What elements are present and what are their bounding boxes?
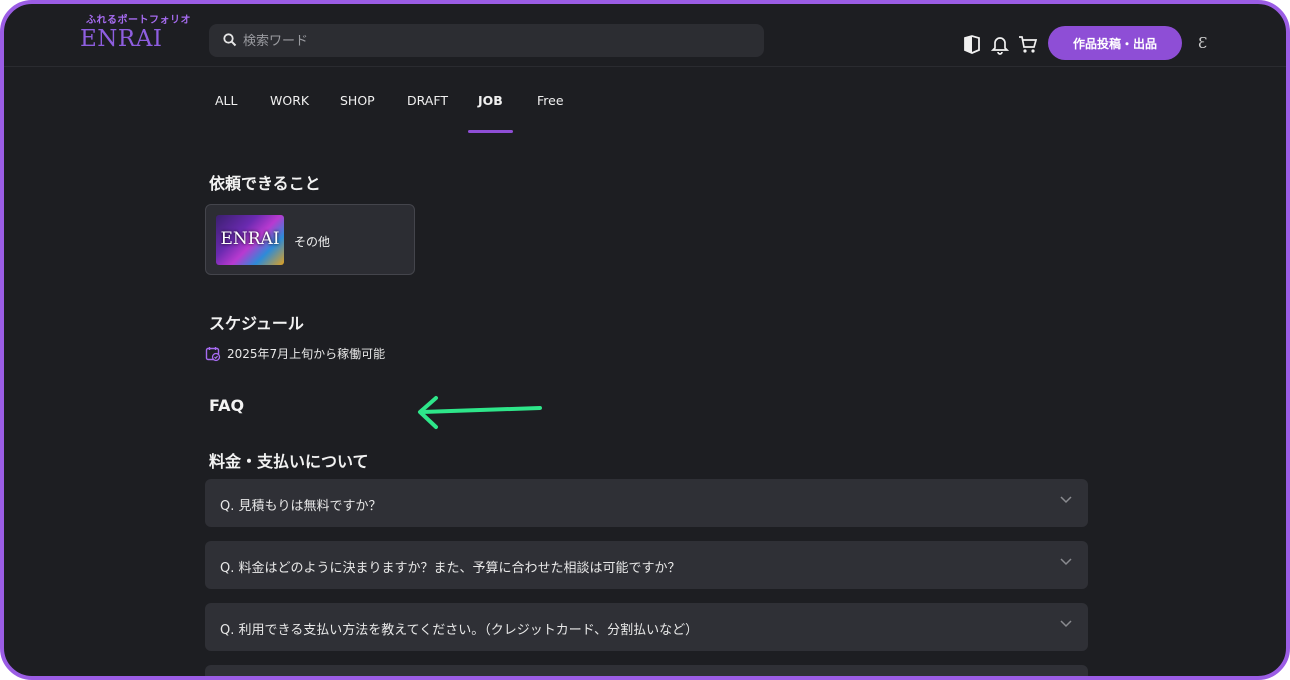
app-frame: ふれるポートフォリオ ENRAI 作品投稿・出品 Ɛ ALL WORK SH <box>0 0 1290 680</box>
post-work-button[interactable]: 作品投稿・出品 <box>1048 26 1182 60</box>
tab-free[interactable]: Free <box>537 93 564 108</box>
bell-icon[interactable] <box>991 35 1009 55</box>
request-label: その他 <box>294 235 331 249</box>
chevron-down-icon <box>1060 620 1072 628</box>
avatar[interactable]: Ɛ <box>1198 34 1207 52</box>
request-thumbnail: ENRAI <box>216 215 284 265</box>
faq-question: Q. 利用できる支払い方法を教えてください。（クレジットカード、分割払いなど） <box>220 623 699 638</box>
search-input[interactable] <box>241 24 745 59</box>
calendar-check-icon <box>205 346 221 361</box>
request-section-title: 依頼できること <box>209 174 321 193</box>
tab-all[interactable]: ALL <box>215 93 237 108</box>
thumbnail-logo: ENRAI <box>220 229 280 249</box>
schedule-section-title: スケジュール <box>209 314 304 333</box>
top-header: ふれるポートフォリオ ENRAI 作品投稿・出品 Ɛ <box>4 4 1286 67</box>
active-tab-indicator <box>468 130 513 133</box>
faq-item[interactable]: Q. 見積もりは無料ですか？ <box>205 479 1088 527</box>
tab-draft[interactable]: DRAFT <box>407 93 448 108</box>
tab-job[interactable]: JOB <box>478 93 503 108</box>
chevron-down-icon <box>1060 496 1072 504</box>
faq-item[interactable]: Q. 料金はどのように決まりますか？また、予算に合わせた相談は可能ですか？ <box>205 541 1088 589</box>
search-bar[interactable] <box>209 24 764 59</box>
annotation-arrow-icon <box>418 396 542 429</box>
cart-icon[interactable] <box>1018 35 1038 55</box>
tab-work[interactable]: WORK <box>270 93 309 108</box>
faq-section-title: FAQ <box>209 396 245 415</box>
guide-book-icon[interactable] <box>963 35 981 55</box>
request-card-other[interactable]: ENRAI その他 <box>205 204 415 275</box>
tab-shop[interactable]: SHOP <box>340 93 375 108</box>
search-icon <box>223 33 237 47</box>
schedule-availability: 2025年7月上旬から稼働可能 <box>205 345 385 362</box>
schedule-text: 2025年7月上旬から稼働可能 <box>227 347 386 361</box>
faq-question: Q. 見積もりは無料ですか？ <box>220 499 382 514</box>
faq-category-title: 料金・支払いについて <box>209 452 369 471</box>
faq-question: Q. 料金はどのように決まりますか？また、予算に合わせた相談は可能ですか？ <box>220 561 681 576</box>
faq-item[interactable] <box>205 665 1088 676</box>
site-logo[interactable]: ENRAI <box>80 26 162 52</box>
logo-tagline: ふれるポートフォリオ <box>86 15 191 26</box>
faq-item[interactable]: Q. 利用できる支払い方法を教えてください。（クレジットカード、分割払いなど） <box>205 603 1088 651</box>
chevron-down-icon <box>1060 558 1072 566</box>
